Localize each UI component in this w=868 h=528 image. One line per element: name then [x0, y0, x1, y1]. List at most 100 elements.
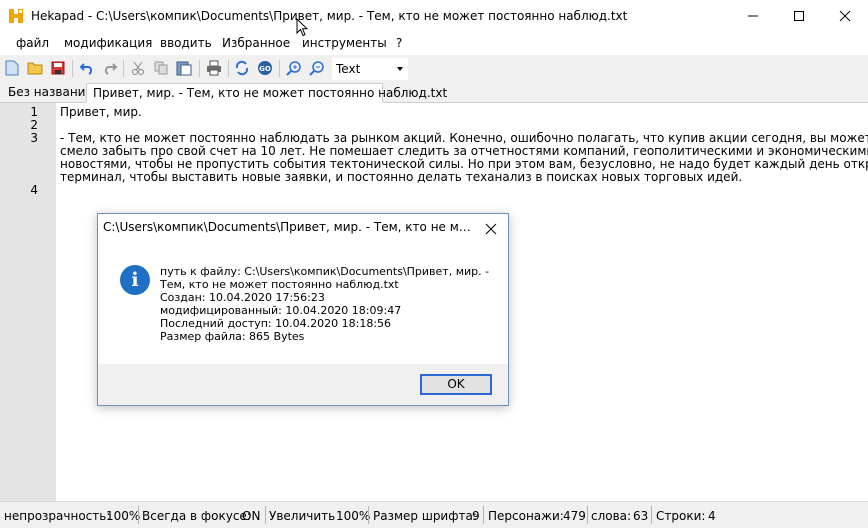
syntax-select[interactable]: Text: [332, 58, 408, 80]
status-zoom-value: 100%: [336, 509, 371, 523]
dialog-close-button[interactable]: [480, 219, 502, 239]
new-file-icon: [5, 60, 19, 76]
copy-button[interactable]: [152, 59, 170, 77]
status-font-value: 9: [472, 509, 480, 523]
goto-button[interactable]: GO: [256, 59, 274, 77]
file-info-dialog: C:\Users\компик\Documents\Привет, мир. -…: [97, 213, 509, 406]
undo-button[interactable]: [78, 59, 96, 77]
zoom-in-button[interactable]: [285, 59, 303, 77]
status-chars-value: 479: [563, 509, 586, 523]
window-title: Нekapad - C:\Users\компик\Documents\Прив…: [31, 9, 628, 23]
minimize-icon: [748, 15, 758, 17]
close-icon: [485, 223, 497, 235]
redo-icon: [104, 63, 117, 75]
status-ontop-value: ON: [242, 509, 261, 523]
svg-text:GO: GO: [259, 65, 271, 73]
title-bar: Нekapad - C:\Users\компик\Documents\Прив…: [0, 0, 868, 32]
toolbar-separator: [72, 60, 73, 77]
toolbar-separator: [123, 60, 124, 77]
status-zoom-label: Увеличить: [269, 509, 336, 523]
status-separator: [587, 506, 588, 524]
status-bar: непрозрачность: 100% Всегда в фокусе: ON…: [0, 501, 868, 528]
dialog-file-path-cont: Тем, кто не может постоянно наблюд.txt: [160, 278, 399, 291]
paste-icon: [176, 61, 192, 76]
editor-line: терминал, чтобы выставить новые заявки, …: [60, 170, 743, 184]
zoom-out-icon: [309, 61, 324, 76]
goto-icon: GO: [258, 61, 272, 75]
menu-tools[interactable]: инструменты: [302, 36, 387, 50]
status-lines-value: 4: [708, 509, 716, 523]
toolbar: GO Text: [0, 55, 868, 82]
editor-line: Привет, мир.: [60, 105, 142, 119]
open-folder-icon: [27, 62, 43, 75]
zoom-out-button[interactable]: [308, 59, 326, 77]
dialog-footer: OK: [98, 364, 508, 405]
info-icon: i: [120, 265, 150, 295]
tab-current-file[interactable]: Привет, мир. - Тем, кто не может постоян…: [86, 83, 447, 103]
line-number: 4: [30, 183, 38, 197]
chevron-down-icon: [397, 67, 403, 71]
open-file-button[interactable]: [26, 59, 44, 77]
print-icon: [207, 60, 221, 76]
status-lines-label: Строки:: [656, 509, 706, 523]
status-words-value: 63: [633, 509, 649, 523]
ok-button[interactable]: OK: [420, 374, 492, 395]
line-number: 3: [30, 131, 38, 145]
notepad-app-icon: [9, 9, 23, 23]
save-button[interactable]: [49, 59, 67, 77]
print-button[interactable]: [205, 59, 223, 77]
menu-favorites[interactable]: Избранное: [222, 36, 290, 50]
save-icon: [51, 61, 65, 75]
close-button[interactable]: [822, 0, 868, 32]
menu-file[interactable]: файл: [16, 36, 49, 50]
status-separator: [651, 506, 652, 524]
dialog-created: Создан: 10.04.2020 17:56:23: [160, 291, 325, 304]
tab-bar: Без названия Привет, мир. - Тем, кто не …: [0, 82, 868, 103]
status-font-label: Размер шрифта:: [373, 509, 477, 523]
editor-line: новостями, чтобы не пропустить события т…: [60, 157, 868, 171]
status-separator: [368, 506, 369, 524]
toolbar-separator: [228, 60, 229, 77]
maximize-icon: [794, 11, 804, 21]
replace-icon: [235, 60, 249, 76]
paste-button[interactable]: [175, 59, 193, 77]
dialog-modified: модифицированный: 10.04.2020 18:09:47: [160, 304, 402, 317]
editor-line: смело забыть про свой счет на 10 лет. Не…: [60, 144, 868, 158]
cut-icon: [132, 61, 144, 75]
cut-button[interactable]: [129, 59, 147, 77]
new-file-button[interactable]: [3, 59, 21, 77]
zoom-in-icon: [286, 61, 301, 76]
status-words-label: слова:: [591, 509, 632, 523]
close-icon: [839, 10, 851, 22]
menu-help[interactable]: ?: [396, 36, 402, 50]
dialog-accessed: Последний доступ: 10.04.2020 18:18:56: [160, 317, 392, 330]
status-separator: [483, 506, 484, 524]
undo-icon: [80, 63, 93, 75]
toolbar-separator: [279, 60, 280, 77]
line-number: 1: [30, 105, 38, 119]
menu-modification[interactable]: модификация: [64, 36, 152, 50]
toolbar-separator: [199, 60, 200, 77]
minimize-button[interactable]: [730, 0, 776, 32]
dialog-title: C:\Users\компик\Documents\Привет, мир. -…: [103, 220, 475, 234]
editor-line: - Тем, кто не может постоянно наблюдать …: [60, 131, 868, 145]
status-chars-label: Персонажи:: [488, 509, 564, 523]
status-ontop-label: Всегда в фокусе:: [142, 509, 251, 523]
menu-bar: файл модификация вводить Избранное инстр…: [0, 32, 868, 54]
replace-button[interactable]: [233, 59, 251, 77]
status-separator: [265, 506, 266, 524]
tab-untitled[interactable]: Без названия: [2, 83, 93, 102]
dialog-file-size: Размер файла: 865 Bytes: [160, 330, 305, 343]
status-opacity-value: 100%: [106, 509, 141, 523]
copy-icon: [154, 61, 168, 75]
syntax-select-value: Text: [336, 62, 361, 76]
maximize-button[interactable]: [776, 0, 822, 32]
line-number-gutter: 1 2 3 4: [0, 103, 56, 501]
dialog-file-path: путь к файлу: C:\Users\компик\Documents\…: [160, 265, 490, 278]
line-number: 2: [30, 118, 38, 132]
redo-button[interactable]: [101, 59, 119, 77]
status-separator: [138, 506, 139, 524]
status-opacity-label: непрозрачность:: [4, 509, 111, 523]
menu-insert[interactable]: вводить: [160, 36, 212, 50]
mouse-cursor-icon: [296, 18, 308, 37]
